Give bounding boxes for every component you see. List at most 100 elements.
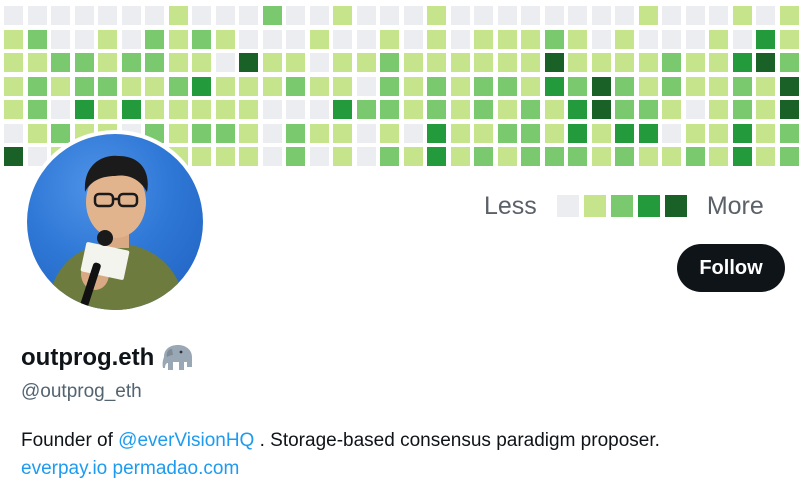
contribution-cell — [474, 6, 493, 25]
contribution-cell — [779, 147, 799, 166]
user-handle: @outprog_eth — [21, 381, 142, 402]
contribution-cell — [309, 6, 329, 25]
contribution-cell — [4, 100, 23, 119]
contribution-cell — [333, 29, 352, 49]
avatar-person-illustration — [47, 155, 187, 310]
contribution-cell — [450, 147, 470, 166]
contribution-cell — [286, 53, 305, 72]
profile-links: everpay.io permadao.com — [21, 458, 239, 480]
contribution-cell — [121, 76, 141, 96]
contribution-cell — [356, 76, 376, 96]
contribution-cell — [192, 29, 211, 49]
contribution-cell — [168, 29, 188, 49]
contribution-cell — [756, 6, 775, 25]
contribution-cell — [286, 100, 305, 119]
contribution-cell — [380, 76, 399, 96]
contribution-cell — [403, 29, 423, 49]
website-link-permadao[interactable]: permadao.com — [113, 458, 240, 479]
contribution-cell — [192, 147, 211, 166]
contribution-cell — [239, 147, 258, 166]
contribution-cell — [309, 147, 329, 166]
contribution-cell — [427, 100, 446, 119]
contribution-cell — [262, 29, 282, 49]
contribution-cell — [403, 76, 423, 96]
contribution-cell — [145, 76, 164, 96]
contribution-cell — [309, 76, 329, 96]
contribution-cell — [732, 100, 752, 119]
follow-button[interactable]: Follow — [677, 244, 785, 292]
contribution-cell — [4, 53, 23, 72]
contribution-cell — [615, 6, 634, 25]
contribution-cell — [709, 76, 728, 96]
contribution-cell — [121, 53, 141, 72]
contribution-cell — [51, 100, 70, 119]
contribution-cell — [215, 123, 235, 143]
contribution-cell — [779, 53, 799, 72]
contribution-cell — [4, 123, 23, 143]
contribution-cell — [286, 6, 305, 25]
contribution-cell — [709, 6, 728, 25]
contribution-cell — [544, 6, 564, 25]
contribution-cell — [262, 6, 282, 25]
contribution-cell — [309, 29, 329, 49]
contribution-cell — [568, 76, 587, 96]
contribution-cell — [192, 123, 211, 143]
contribution-cell — [497, 147, 517, 166]
contribution-cell — [333, 123, 352, 143]
contribution-cell — [685, 100, 705, 119]
contribution-cell — [474, 123, 493, 143]
legend-swatch — [583, 195, 606, 217]
contribution-cell — [121, 29, 141, 49]
contribution-cell — [662, 147, 681, 166]
contribution-cell — [685, 53, 705, 72]
contribution-cell — [638, 147, 658, 166]
contribution-cell — [286, 147, 305, 166]
contribution-cell — [427, 76, 446, 96]
profile-avatar[interactable] — [23, 130, 207, 314]
contribution-cell — [333, 53, 352, 72]
contribution-cell — [685, 29, 705, 49]
contribution-cell — [239, 100, 258, 119]
contribution-cell — [568, 29, 587, 49]
contribution-cell — [474, 53, 493, 72]
contribution-cell — [380, 6, 399, 25]
contribution-cell — [27, 76, 47, 96]
contribution-cell — [262, 53, 282, 72]
contribution-cell — [215, 147, 235, 166]
contribution-cell — [51, 53, 70, 72]
bio-prefix: Founder of — [21, 430, 119, 451]
contribution-cell — [309, 100, 329, 119]
contribution-cell — [333, 6, 352, 25]
contribution-cell — [497, 76, 517, 96]
contribution-cell — [403, 100, 423, 119]
contribution-cell — [4, 76, 23, 96]
contribution-cell — [27, 6, 47, 25]
legend-swatches — [556, 195, 687, 217]
contribution-cell — [544, 123, 564, 143]
contribution-cell — [521, 29, 540, 49]
contribution-cell — [27, 29, 47, 49]
legend-swatch — [664, 195, 687, 217]
contribution-cell — [51, 29, 70, 49]
contribution-cell — [450, 76, 470, 96]
legend-more-label: More — [706, 192, 764, 220]
contribution-cell — [262, 76, 282, 96]
contribution-cell — [192, 6, 211, 25]
contribution-cell — [239, 29, 258, 49]
contribution-cell — [333, 76, 352, 96]
website-link-everpay[interactable]: everpay.io — [21, 458, 107, 479]
contribution-cell — [638, 6, 658, 25]
contribution-cell — [732, 53, 752, 72]
bio-mention-link[interactable]: @everVisionHQ — [118, 430, 254, 451]
contribution-cell — [121, 6, 141, 25]
contribution-cell — [4, 147, 23, 166]
contribution-cell — [615, 53, 634, 72]
contribution-cell — [215, 100, 235, 119]
contribution-cell — [521, 6, 540, 25]
contribution-cell — [380, 100, 399, 119]
contribution-cell — [568, 147, 587, 166]
contribution-cell — [4, 29, 23, 49]
contribution-cell — [568, 100, 587, 119]
contribution-cell — [615, 123, 634, 143]
contribution-cell — [4, 6, 23, 25]
